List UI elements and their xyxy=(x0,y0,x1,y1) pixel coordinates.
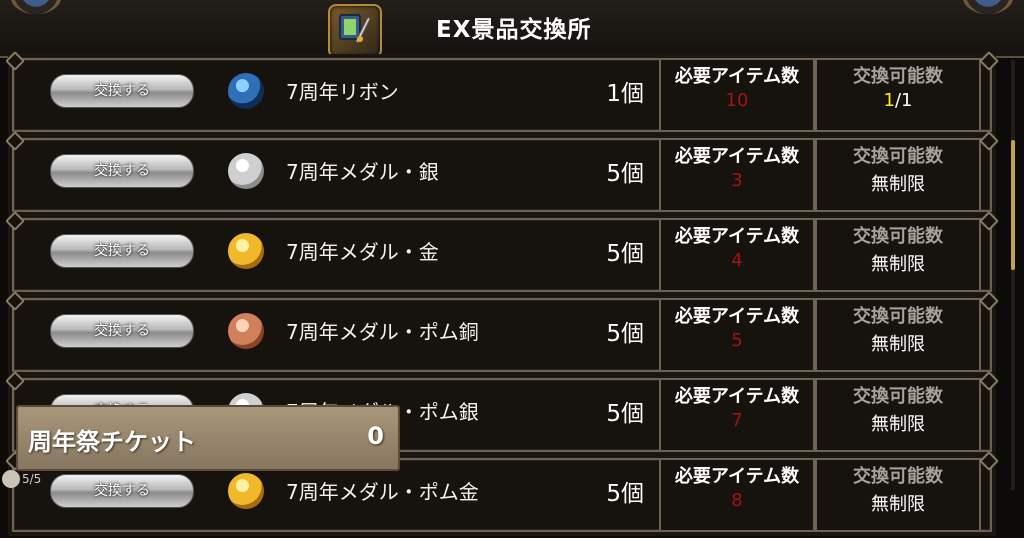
ribbon-icon xyxy=(228,73,264,109)
required-items-label: 必要アイテム数 xyxy=(674,466,800,487)
exchangeable-total: /1 xyxy=(894,90,913,111)
list-item: 交換する 7周年メダル・銀 5個 必要アイテム数 3 交換可能数 無制限 xyxy=(12,138,992,212)
exchangeable-cell: 交換可能数 無制限 xyxy=(815,218,981,292)
item-quantity: 1個 xyxy=(606,81,644,107)
exchange-button[interactable]: 交換する xyxy=(50,474,194,508)
required-items-value: 4 xyxy=(731,250,743,271)
exchangeable-cell: 交換可能数 無制限 xyxy=(815,458,981,532)
exchangeable-label: 交換可能数 xyxy=(853,146,943,167)
required-items-cell: 必要アイテム数 3 xyxy=(659,138,815,212)
bronze-pom-medal-icon xyxy=(228,313,264,349)
ticket-panel: 周年祭チケット 0 xyxy=(16,405,400,471)
required-items-cell: 必要アイテム数 10 xyxy=(659,58,815,132)
required-items-label: 必要アイテム数 xyxy=(674,306,800,327)
item-name: 7周年メダル・ポム金 xyxy=(286,480,479,504)
ticket-count: 0 xyxy=(367,422,384,450)
exchangeable-cell: 交換可能数 1/1 xyxy=(815,58,981,132)
required-items-label: 必要アイテム数 xyxy=(674,146,800,167)
required-items-label: 必要アイテム数 xyxy=(674,226,800,247)
item-quantity: 5個 xyxy=(606,481,644,507)
required-items-value: 8 xyxy=(731,490,743,511)
exchangeable-value: 無制限 xyxy=(871,174,925,195)
exchange-button[interactable]: 交換する xyxy=(50,74,194,108)
header-bar: EX景品交換所 xyxy=(0,0,1024,58)
exchangeable-cell: 交換可能数 無制限 xyxy=(815,298,981,372)
exchangeable-label: 交換可能数 xyxy=(853,226,943,247)
item-name: 7周年リボン xyxy=(286,80,399,104)
required-items-cell: 必要アイテム数 7 xyxy=(659,378,815,452)
exchangeable-value: 無制限 xyxy=(871,254,925,275)
gold-pom-medal-icon xyxy=(228,473,264,509)
item-quantity: 5個 xyxy=(606,241,644,267)
ticket-label: 周年祭チケット xyxy=(28,428,196,456)
required-items-cell: 必要アイテム数 5 xyxy=(659,298,815,372)
status-orb-icon xyxy=(2,470,20,488)
required-items-value: 3 xyxy=(731,170,743,191)
required-items-cell: 必要アイテム数 8 xyxy=(659,458,815,532)
list-item: 交換する 7周年メダル・金 5個 必要アイテム数 4 交換可能数 無制限 xyxy=(12,218,992,292)
exchange-button[interactable]: 交換する xyxy=(50,234,194,268)
shop-weapon-icon xyxy=(328,4,382,58)
exchangeable-cell: 交換可能数 無制限 xyxy=(815,378,981,452)
exchangeable-value: 無制限 xyxy=(871,494,925,515)
exchangeable-label: 交換可能数 xyxy=(853,66,943,87)
scrollbar-track[interactable] xyxy=(1011,60,1015,490)
exchangeable-label: 交換可能数 xyxy=(853,466,943,487)
exchange-button[interactable]: 交換する xyxy=(50,154,194,188)
item-quantity: 5個 xyxy=(606,161,644,187)
item-name: 7周年メダル・銀 xyxy=(286,160,439,184)
silver-medal-icon xyxy=(228,153,264,189)
exchangeable-current: 1 xyxy=(883,90,895,111)
required-items-label: 必要アイテム数 xyxy=(674,386,800,407)
required-items-label: 必要アイテム数 xyxy=(674,66,800,87)
list-item: 交換する 7周年リボン 1個 必要アイテム数 10 交換可能数 1/1 xyxy=(12,58,992,132)
exchangeable-label: 交換可能数 xyxy=(853,306,943,327)
header-right-ornament xyxy=(958,0,1018,14)
item-quantity: 5個 xyxy=(606,401,644,427)
scrollbar-thumb[interactable] xyxy=(1011,140,1015,270)
exchangeable-value: 無制限 xyxy=(871,334,925,355)
required-items-value: 10 xyxy=(725,90,749,111)
header-left-ornament xyxy=(6,0,66,14)
exchange-button[interactable]: 交換する xyxy=(50,314,194,348)
required-items-value: 7 xyxy=(731,410,743,431)
page-title: EX景品交換所 xyxy=(436,17,592,43)
item-name: 7周年メダル・金 xyxy=(286,240,439,264)
exchangeable-label: 交換可能数 xyxy=(853,386,943,407)
item-name: 7周年メダル・ポム銅 xyxy=(286,320,479,344)
required-items-cell: 必要アイテム数 4 xyxy=(659,218,815,292)
corner-status-text: 5/5 xyxy=(22,472,42,486)
exchangeable-value: 無制限 xyxy=(871,414,925,435)
exchangeable-cell: 交換可能数 無制限 xyxy=(815,138,981,212)
gold-medal-icon xyxy=(228,233,264,269)
required-items-value: 5 xyxy=(731,330,743,351)
exchangeable-value: 1/1 xyxy=(817,90,979,111)
list-item: 交換する 7周年メダル・ポム銅 5個 必要アイテム数 5 交換可能数 無制限 xyxy=(12,298,992,372)
item-quantity: 5個 xyxy=(606,321,644,347)
